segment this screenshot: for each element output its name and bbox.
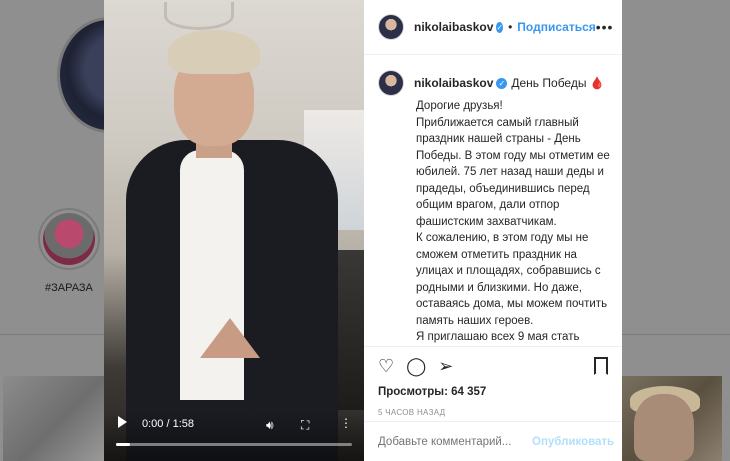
publish-button[interactable]: Опубликовать — [532, 436, 614, 448]
post-panel: nikolaibaskov ✓ • Подписаться ••• nikola… — [364, 0, 622, 461]
more-icon[interactable]: ⋮ — [340, 416, 352, 430]
volume-icon[interactable]: 🔊︎ — [266, 418, 274, 433]
post-actions: ♡ ◯ ➢ Просмотры: 64 357 5 ЧАСОВ НАЗАД — [364, 346, 622, 417]
person-shirt — [180, 150, 244, 400]
comment-input[interactable] — [378, 435, 532, 448]
divider — [622, 334, 730, 335]
separator-dot: • — [508, 20, 513, 34]
story-highlight — [38, 208, 100, 270]
post-timestamp[interactable]: 5 ЧАСОВ НАЗАД — [378, 408, 608, 417]
post-video[interactable]: 0:00 / 1:58 🔊︎ ⛶ ⋮ — [104, 0, 364, 461]
post-thumbnail — [3, 376, 104, 461]
divider — [0, 334, 104, 335]
caption: nikolaibaskov ✓ День Победы 🩸 Дорогие др… — [378, 70, 610, 345]
fullscreen-icon[interactable]: ⛶ — [301, 418, 309, 433]
share-icon[interactable]: ➢ — [438, 355, 453, 377]
video-progress-bar[interactable] — [116, 443, 352, 446]
avatar[interactable] — [378, 70, 404, 96]
avatar[interactable] — [378, 14, 404, 40]
verified-badge-icon: ✓ — [496, 77, 508, 89]
bookmark-icon[interactable] — [594, 357, 608, 375]
views-count[interactable]: Просмотры: 64 357 — [378, 386, 608, 398]
caption-title: День Победы 🩸 — [511, 76, 605, 90]
comment-icon[interactable]: ◯ — [406, 355, 426, 377]
post-thumbnail — [622, 376, 722, 461]
post-header: nikolaibaskov ✓ • Подписаться ••• — [364, 0, 622, 55]
story-highlight-label: #ЗАРАЗА — [45, 282, 93, 294]
verified-badge-icon: ✓ — [496, 21, 504, 33]
video-time: 0:00 / 1:58 — [142, 418, 194, 430]
more-options-icon[interactable]: ••• — [596, 19, 614, 35]
caption-text: Дорогие друзья! Приближается самый главн… — [416, 100, 610, 343]
chandelier-shape — [164, 2, 234, 30]
username[interactable]: nikolaibaskov — [414, 76, 493, 90]
person-hair — [168, 30, 260, 74]
comment-box: Опубликовать — [364, 421, 622, 461]
heart-icon[interactable]: ♡ — [378, 355, 394, 377]
play-icon[interactable] — [118, 416, 127, 428]
username[interactable]: nikolaibaskov — [414, 20, 493, 34]
follow-button[interactable]: Подписаться — [517, 20, 595, 34]
